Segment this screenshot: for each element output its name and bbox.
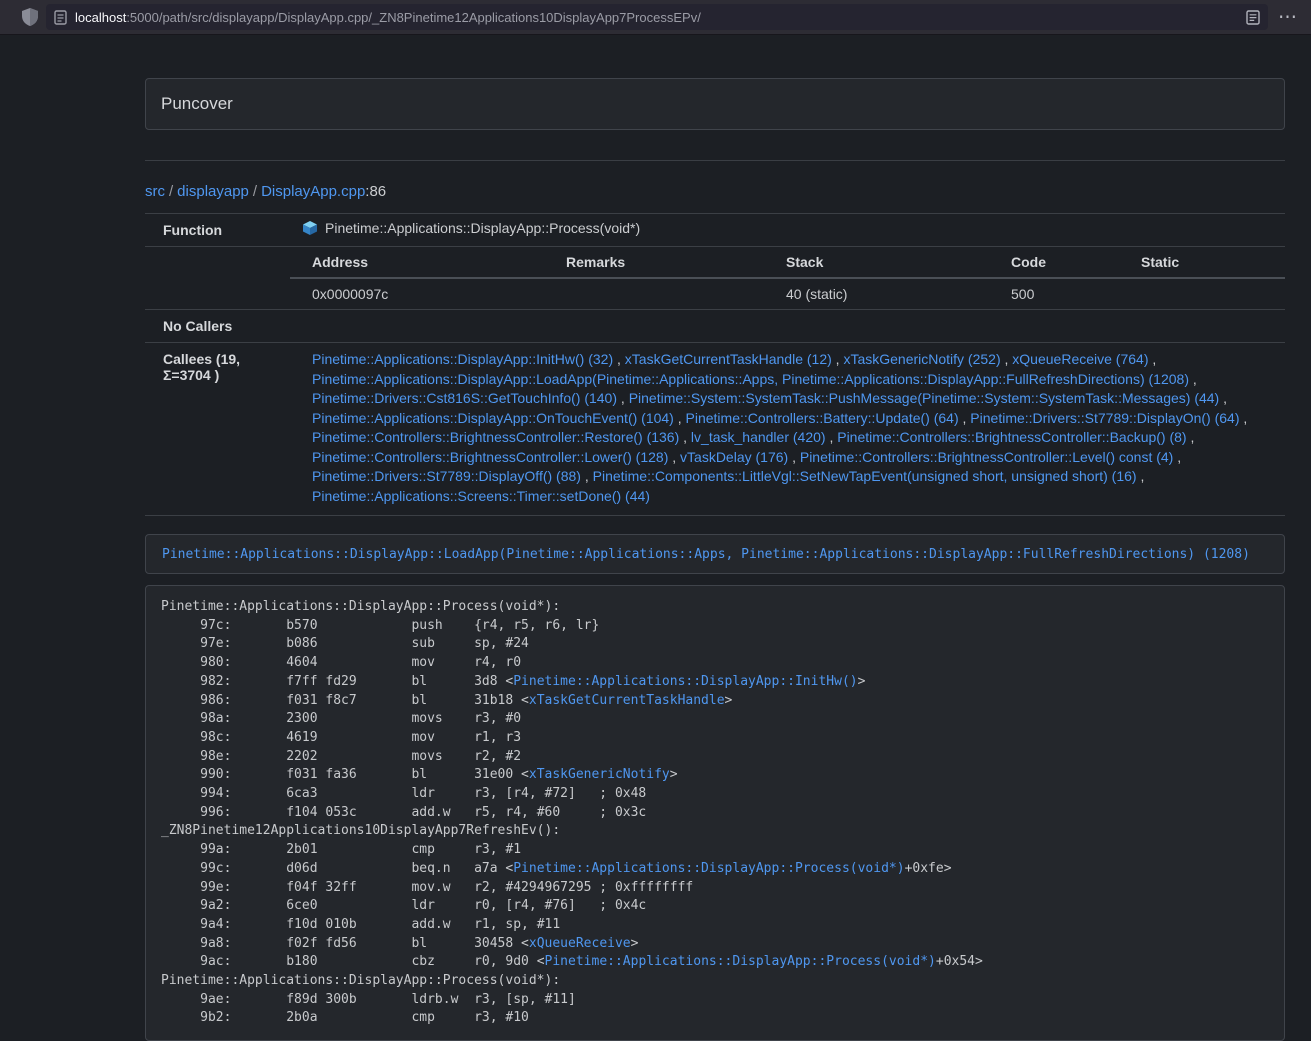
function-row: Function Pinetime::Applications::Display… <box>145 214 1285 247</box>
disassembly-symbol-link[interactable]: Pinetime::Applications::DisplayApp::Init… <box>513 674 857 689</box>
function-name: Pinetime::Applications::DisplayApp::Proc… <box>325 220 640 236</box>
callees-row: Callees (19, Σ=3704 ) Pinetime::Applicat… <box>145 343 1285 516</box>
callee-link[interactable]: Pinetime::Controllers::Battery::Update()… <box>686 410 959 426</box>
disassembly-symbol-link[interactable]: Pinetime::Applications::DisplayApp::Proc… <box>513 861 904 876</box>
no-callers-row: No Callers <box>145 310 1285 343</box>
content-container: Puncover src/displayapp/DisplayApp.cpp:8… <box>130 78 1300 1041</box>
row-label-empty <box>145 247 290 310</box>
callee-link[interactable]: vTaskDelay (176) <box>680 449 788 465</box>
detail-value-static <box>1127 278 1285 309</box>
breadcrumb-separator: / <box>249 183 261 200</box>
detail-header-static: Static <box>1127 247 1285 278</box>
callee-separator: , <box>1187 429 1195 445</box>
detail-header-address: Address <box>290 247 552 278</box>
details-row: Address Remarks Stack Code Static 0x0000… <box>145 247 1285 310</box>
url-text: localhost:5000/path/src/displayapp/Displ… <box>75 10 1238 25</box>
breadcrumb-link-src[interactable]: src <box>145 183 165 200</box>
callee-separator: , <box>1219 390 1227 406</box>
callee-separator: , <box>832 351 844 367</box>
callee-separator: , <box>1173 449 1181 465</box>
callee-link[interactable]: Pinetime::Drivers::Cst816S::GetTouchInfo… <box>312 390 617 406</box>
callee-link[interactable]: Pinetime::Applications::DisplayApp::Load… <box>312 371 1189 387</box>
row-label-no-callers: No Callers <box>145 310 290 343</box>
menu-icon[interactable]: ⋯ <box>1278 8 1297 27</box>
breadcrumb-link-file[interactable]: DisplayApp.cpp <box>261 183 365 200</box>
callee-link[interactable]: Pinetime::Drivers::St7789::DisplayOn() (… <box>970 410 1239 426</box>
details-table: Address Remarks Stack Code Static 0x0000… <box>290 247 1285 309</box>
page-title: Puncover <box>161 94 233 114</box>
callee-separator: , <box>1189 371 1197 387</box>
callee-link[interactable]: Pinetime::Controllers::BrightnessControl… <box>800 449 1173 465</box>
function-table: Function Pinetime::Applications::Display… <box>145 213 1285 516</box>
reader-mode-icon[interactable] <box>1246 10 1260 25</box>
callee-separator: , <box>1137 468 1145 484</box>
title-panel: Puncover <box>145 78 1285 130</box>
disassembly-code: Pinetime::Applications::DisplayApp::Proc… <box>145 585 1285 1041</box>
browser-bar: localhost:5000/path/src/displayapp/Displ… <box>0 0 1311 35</box>
site-info-icon[interactable] <box>54 10 67 25</box>
symbol-banner: Pinetime::Applications::DisplayApp::Load… <box>145 534 1285 574</box>
url-field[interactable]: localhost:5000/path/src/displayapp/Displ… <box>46 4 1268 30</box>
row-label-function: Function <box>145 214 290 247</box>
url-host: localhost <box>75 10 126 25</box>
callee-link[interactable]: lv_task_handler (420) <box>691 429 826 445</box>
callee-separator: , <box>581 468 593 484</box>
breadcrumb: src/displayapp/DisplayApp.cpp:86 <box>145 183 1285 200</box>
breadcrumb-link-displayapp[interactable]: displayapp <box>177 183 249 200</box>
callee-link[interactable]: Pinetime::Components::LittleVgl::SetNewT… <box>593 468 1137 484</box>
callee-link[interactable]: Pinetime::Applications::DisplayApp::Init… <box>312 351 613 367</box>
callee-separator: , <box>788 449 800 465</box>
callee-separator: , <box>1001 351 1013 367</box>
callee-separator: , <box>1240 410 1248 426</box>
disassembly-symbol-link[interactable]: xQueueReceive <box>529 936 631 951</box>
callee-link[interactable]: Pinetime::Drivers::St7789::DisplayOff() … <box>312 468 581 484</box>
callee-separator: , <box>617 390 629 406</box>
callee-link[interactable]: Pinetime::Controllers::BrightnessControl… <box>312 429 679 445</box>
callee-separator: , <box>674 410 686 426</box>
detail-header-code: Code <box>997 247 1127 278</box>
callee-link[interactable]: Pinetime::Controllers::BrightnessControl… <box>312 449 668 465</box>
callee-link[interactable]: xQueueReceive (764) <box>1012 351 1148 367</box>
callee-separator: , <box>668 449 680 465</box>
detail-value-stack: 40 (static) <box>772 278 997 309</box>
disassembly-symbol-link[interactable]: Pinetime::Applications::DisplayApp::Proc… <box>545 954 936 969</box>
divider <box>145 160 1285 161</box>
detail-header-stack: Stack <box>772 247 997 278</box>
callee-link[interactable]: xTaskGenericNotify (252) <box>843 351 1000 367</box>
callee-link[interactable]: Pinetime::System::SystemTask::PushMessag… <box>629 390 1220 406</box>
row-label-callees: Callees (19, Σ=3704 ) <box>145 343 290 516</box>
detail-header-remarks: Remarks <box>552 247 772 278</box>
shield-icon[interactable] <box>22 8 38 26</box>
detail-value-remarks <box>552 278 772 309</box>
function-icon <box>302 220 318 236</box>
breadcrumb-line-number: :86 <box>365 183 386 200</box>
disassembly-symbol-link[interactable]: xTaskGenericNotify <box>529 767 670 782</box>
callee-separator: , <box>826 429 838 445</box>
callee-link[interactable]: xTaskGetCurrentTaskHandle (12) <box>625 351 832 367</box>
breadcrumb-separator: / <box>165 183 177 200</box>
detail-value-address: 0x0000097c <box>290 278 552 309</box>
callee-separator: , <box>679 429 691 445</box>
callee-separator: , <box>613 351 625 367</box>
callee-link[interactable]: Pinetime::Applications::DisplayApp::OnTo… <box>312 410 674 426</box>
callee-link[interactable]: Pinetime::Applications::Screens::Timer::… <box>312 488 650 504</box>
callee-separator: , <box>959 410 971 426</box>
disassembly-symbol-link[interactable]: xTaskGetCurrentTaskHandle <box>529 693 725 708</box>
symbol-banner-link[interactable]: Pinetime::Applications::DisplayApp::Load… <box>162 547 1250 562</box>
callee-link[interactable]: Pinetime::Controllers::BrightnessControl… <box>837 429 1186 445</box>
callee-separator: , <box>1148 351 1156 367</box>
no-callers-cell <box>290 310 1285 343</box>
url-path: :5000/path/src/displayapp/DisplayApp.cpp… <box>126 10 701 25</box>
detail-value-code: 500 <box>997 278 1127 309</box>
callees-list: Pinetime::Applications::DisplayApp::Init… <box>290 343 1285 516</box>
